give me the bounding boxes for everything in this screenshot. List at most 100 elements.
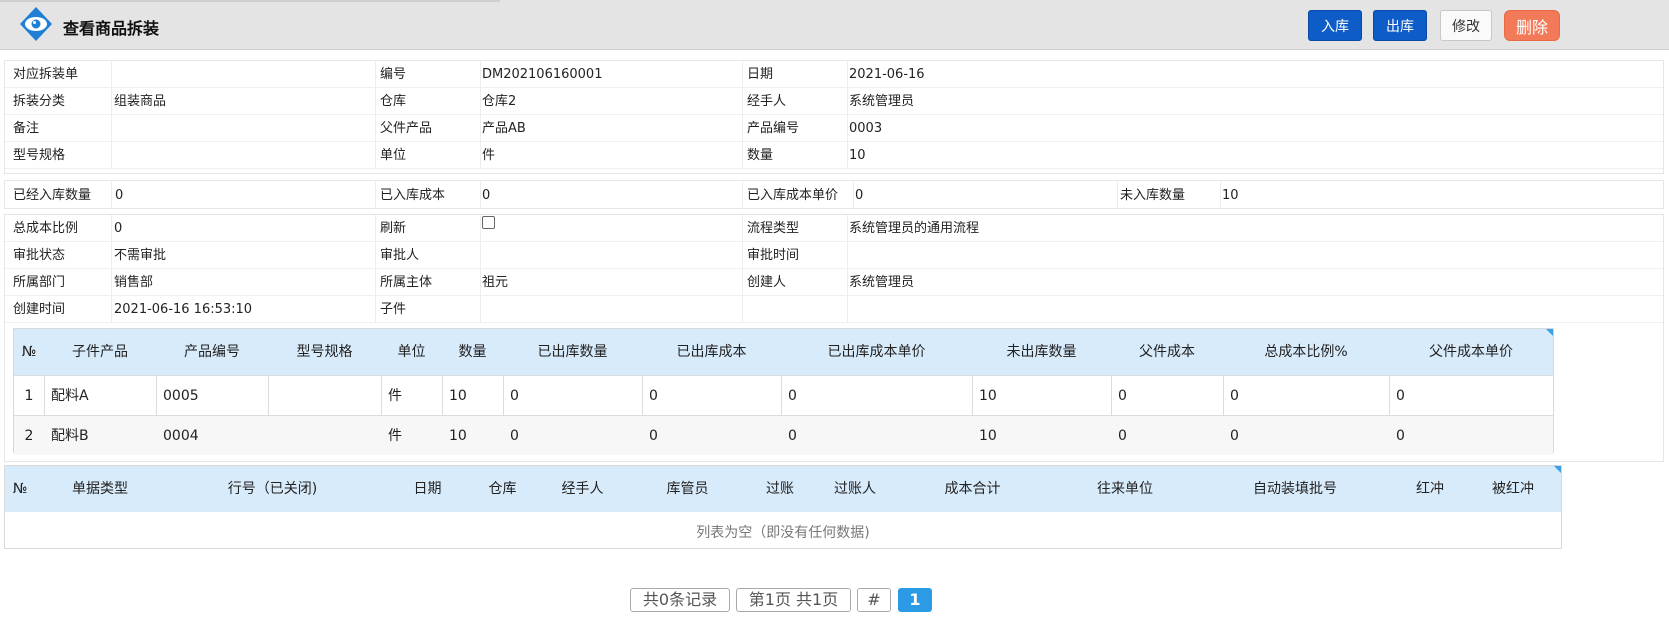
table-row[interactable]: 1 配料A 0005 件 10 0 0 0 10 0 0 0 bbox=[14, 375, 1553, 415]
column-header: 未出库数量 bbox=[1006, 344, 1077, 360]
table-cell: 配料A bbox=[51, 388, 89, 404]
cell-divider bbox=[853, 181, 854, 208]
table-cell: 10 bbox=[979, 388, 997, 404]
field-label: 仓库 bbox=[380, 94, 407, 109]
table-cell: 0 bbox=[649, 388, 658, 404]
refresh-checkbox[interactable] bbox=[482, 216, 495, 229]
cell-divider bbox=[480, 215, 481, 241]
form-row: 创建时间 2021-06-16 16:53:10 子件 bbox=[5, 296, 1663, 323]
field-label: 未入库数量 bbox=[1120, 188, 1186, 203]
empty-list-message: 列表为空（即没有任何数据) bbox=[696, 525, 870, 541]
table-cell: 件 bbox=[388, 388, 402, 404]
table-cell: 0 bbox=[510, 388, 519, 404]
field-label: 所属部门 bbox=[13, 275, 66, 290]
field-label: 已入库成本 bbox=[380, 188, 446, 203]
field-label: 产品编号 bbox=[747, 121, 800, 136]
cell-divider bbox=[375, 181, 376, 208]
cell-divider bbox=[375, 242, 376, 268]
cell-divider bbox=[742, 215, 743, 241]
column-header: 数量 bbox=[458, 344, 487, 360]
table-cell: 0 bbox=[1396, 388, 1405, 404]
cell-divider bbox=[375, 88, 376, 114]
field-value: 系统管理员 bbox=[849, 275, 915, 290]
cell-divider bbox=[847, 88, 848, 114]
cell-divider bbox=[742, 296, 743, 322]
field-label: 单位 bbox=[380, 148, 407, 163]
field-label: 已入库成本单价 bbox=[747, 188, 839, 203]
field-label: 备注 bbox=[13, 121, 40, 136]
cell-divider bbox=[480, 269, 481, 295]
form-row: 审批状态 不需审批 审批人 审批时间 bbox=[5, 242, 1663, 269]
cell-divider bbox=[742, 115, 743, 141]
column-header: 型号规格 bbox=[296, 344, 353, 360]
column-header: 父件成本单价 bbox=[1429, 344, 1513, 360]
cell-divider bbox=[111, 115, 112, 141]
field-value: 系统管理员 bbox=[849, 94, 915, 109]
pager-jump-button[interactable]: # bbox=[857, 588, 891, 612]
field-label: 拆装分类 bbox=[13, 94, 66, 109]
cell-divider bbox=[742, 142, 743, 168]
stock-in-summary-panel: 已经入库数量 0 已入库成本 0 已入库成本单价 0 未入库数量 10 bbox=[4, 180, 1664, 209]
form-row: 备注 父件产品 产品AB 产品编号 0003 bbox=[5, 115, 1663, 142]
pager-page-info: 第1页 共1页 bbox=[736, 588, 851, 612]
column-header: 行号（已关闭) bbox=[227, 481, 318, 497]
field-label: 流程类型 bbox=[747, 221, 800, 236]
column-header: 仓库 bbox=[488, 481, 517, 497]
field-label: 创建人 bbox=[747, 275, 787, 290]
cell-divider bbox=[1117, 181, 1118, 208]
table-cell bbox=[268, 376, 381, 416]
field-label: 所属主体 bbox=[380, 275, 433, 290]
edit-button[interactable]: 修改 bbox=[1440, 10, 1492, 41]
table-cell: 0 bbox=[788, 428, 797, 444]
column-header: 日期 bbox=[413, 481, 442, 497]
table-cell: 0 bbox=[649, 428, 658, 444]
field-label: 审批时间 bbox=[747, 248, 800, 263]
delete-button[interactable]: 删除 bbox=[1504, 10, 1560, 41]
form-row: 型号规格 单位 件 数量 10 bbox=[5, 142, 1663, 169]
cell-divider bbox=[111, 181, 112, 208]
table-cell: 配料B bbox=[51, 428, 89, 444]
cell-divider bbox=[847, 115, 848, 141]
cell-divider bbox=[375, 296, 376, 322]
cell-divider bbox=[847, 242, 848, 268]
field-label: 数量 bbox=[747, 148, 774, 163]
basic-info-panel: 对应拆装单 编号 DM202106160001 日期 2021-06-16 拆装分类 组装商… bbox=[4, 60, 1664, 174]
column-header: 单据类型 bbox=[72, 481, 128, 497]
table-cell: 0 bbox=[1118, 388, 1127, 404]
table-corner-marker bbox=[1554, 466, 1561, 473]
field-value: 0 bbox=[115, 188, 124, 203]
title-bar: 查看商品拆装 入库 出库 修改 删除 bbox=[0, 0, 1669, 50]
field-value: 0 bbox=[114, 221, 123, 236]
table-cell: 0 bbox=[510, 428, 519, 444]
field-label: 日期 bbox=[747, 67, 774, 82]
field-label: 对应拆装单 bbox=[13, 67, 79, 82]
cell-divider bbox=[111, 88, 112, 114]
cell-divider bbox=[742, 88, 743, 114]
cell-divider bbox=[742, 181, 743, 208]
field-label: 刷新 bbox=[380, 221, 407, 236]
pager-current-page[interactable]: 1 bbox=[898, 588, 932, 612]
column-header: 过账人 bbox=[834, 481, 876, 497]
field-value: 产品AB bbox=[482, 121, 526, 136]
column-header: 已出库成本 bbox=[676, 344, 747, 360]
field-value: 0 bbox=[482, 188, 491, 203]
table-row[interactable]: 2 配料B 0004 件 10 0 0 0 10 0 0 0 bbox=[14, 415, 1553, 455]
table-cell: 10 bbox=[449, 388, 467, 404]
table-cell: 0 bbox=[1230, 428, 1239, 444]
column-header: 父件成本 bbox=[1139, 344, 1195, 360]
cell-divider bbox=[742, 269, 743, 295]
field-value: 祖元 bbox=[482, 275, 509, 290]
cell-divider bbox=[847, 269, 848, 295]
stock-in-button[interactable]: 入库 bbox=[1308, 10, 1362, 41]
field-label: 父件产品 bbox=[380, 121, 433, 136]
column-header: 子件产品 bbox=[72, 344, 128, 360]
table-cell: 2 bbox=[24, 428, 34, 444]
stock-out-button[interactable]: 出库 bbox=[1373, 10, 1427, 41]
column-header: № bbox=[21, 344, 37, 360]
field-label: 总成本比例 bbox=[13, 221, 79, 236]
refresh-checkbox-wrap bbox=[482, 215, 495, 242]
form-row: 拆装分类 组装商品 仓库 仓库2 经手人 系统管理员 bbox=[5, 88, 1663, 115]
form-row: 总成本比例 0 刷新 流程类型 系统管理员的通用流程 bbox=[5, 215, 1663, 242]
field-value: 2021-06-16 16:53:10 bbox=[114, 302, 253, 317]
cell-divider bbox=[742, 61, 743, 87]
